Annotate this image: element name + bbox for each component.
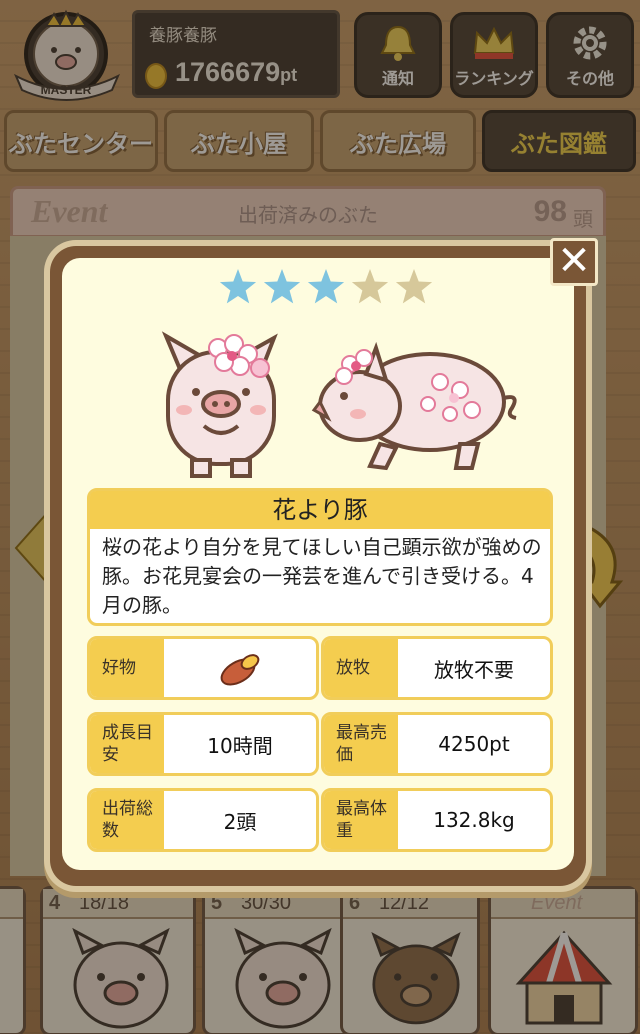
stat-value: 10時間 bbox=[207, 733, 273, 758]
stat-value: 4250pt bbox=[438, 732, 510, 756]
description-box: 花より豚 桜の花より自分を見てほしい自己顕示欲が強めの豚。お花見宴会の一発芸を進… bbox=[87, 488, 553, 626]
stat-favorite: 好物 bbox=[87, 636, 319, 700]
star-filled-icon bbox=[263, 269, 301, 304]
sweet-potato-icon bbox=[220, 654, 260, 686]
stat-key: 好物 bbox=[90, 639, 164, 697]
rarity-stars bbox=[219, 269, 433, 304]
stat-value: 2頭 bbox=[223, 809, 257, 834]
stat-max-weight: 最高体重 132.8kg bbox=[321, 788, 553, 852]
star-empty-icon bbox=[351, 269, 389, 304]
star-empty-icon bbox=[395, 269, 433, 304]
stat-key: 出荷総数 bbox=[90, 791, 164, 849]
stat-key: 成長目安 bbox=[90, 715, 164, 773]
stat-grazing: 放牧 放牧不要 bbox=[321, 636, 553, 700]
pig-side-illustration bbox=[311, 341, 517, 471]
pig-front-illustration bbox=[161, 331, 278, 478]
close-button[interactable]: ✕ bbox=[550, 238, 598, 286]
stat-key: 最高体重 bbox=[324, 791, 398, 849]
stat-growth-time: 成長目安 10時間 bbox=[87, 712, 319, 776]
stat-value bbox=[164, 639, 316, 697]
stat-max-price: 最高売価 4250pt bbox=[321, 712, 553, 776]
stat-value: 132.8kg bbox=[433, 808, 515, 832]
stat-value: 放牧不要 bbox=[434, 657, 514, 682]
stat-key: 放牧 bbox=[324, 639, 398, 697]
stat-key: 最高売価 bbox=[324, 715, 398, 773]
pig-description: 桜の花より自分を見てほしい自己顕示欲が強めの豚。お花見宴会の一発芸を進んで引き受… bbox=[102, 535, 542, 617]
pig-name: 花より豚 bbox=[90, 491, 550, 529]
star-filled-icon bbox=[307, 269, 345, 304]
star-filled-icon bbox=[219, 269, 257, 304]
stat-shipped-total: 出荷総数 2頭 bbox=[87, 788, 319, 852]
